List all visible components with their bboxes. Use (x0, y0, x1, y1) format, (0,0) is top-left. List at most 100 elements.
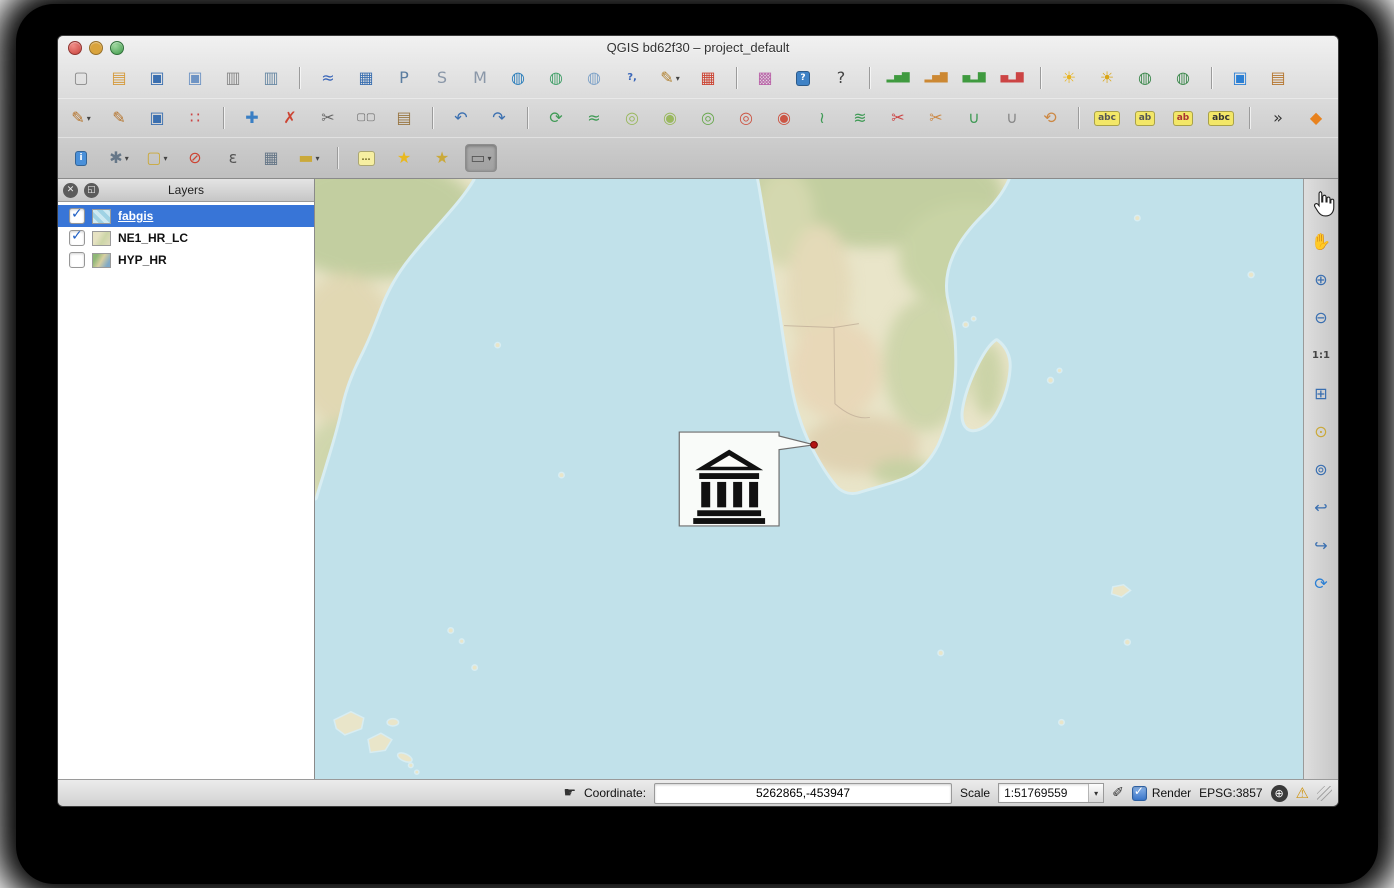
split-parts-icon[interactable]: ✂ (921, 105, 951, 131)
add-vector-layer-icon[interactable]: ≈ (313, 65, 343, 91)
add-spatialite-layer-icon[interactable]: S (427, 65, 457, 91)
whats-this-icon[interactable]: ? (826, 65, 856, 91)
zoom-window-button[interactable] (110, 41, 124, 55)
simplify-feature-icon[interactable]: ≈ (579, 105, 609, 131)
text-annotation-icon[interactable]: ▭ (465, 144, 497, 172)
pan-to-selection-icon[interactable]: ✋ (1308, 229, 1334, 255)
scale-combo[interactable]: 1:51769559 ▾ (998, 783, 1104, 803)
stop-render-icon[interactable]: ✐ (1112, 785, 1124, 801)
select-by-expression-icon[interactable]: ε (218, 145, 248, 171)
reshape-features-icon[interactable]: ≀ (807, 105, 837, 131)
orange-plugin-icon[interactable]: ◆ (1301, 105, 1331, 131)
delete-ring-icon[interactable]: ◎ (731, 105, 761, 131)
add-delimited-text-layer-icon[interactable]: ?, (617, 65, 647, 91)
blue-panel-plugin-icon[interactable]: ▣ (1225, 65, 1255, 91)
feature-action-icon[interactable]: ✱ (104, 145, 134, 171)
new-bookmark-sun-icon[interactable]: ☀ (1054, 65, 1084, 91)
toolbar-overflow-icon[interactable]: » (1263, 105, 1293, 131)
split-features-icon[interactable]: ✂ (883, 105, 913, 131)
pin-labels-icon[interactable]: abc (1092, 105, 1122, 131)
layer-item-hyp-hr[interactable]: HYP_HR (58, 249, 314, 271)
histogram-plugin-icon-3[interactable]: ▅▂▇ (959, 65, 989, 91)
zoom-out-icon[interactable]: ⊖ (1308, 305, 1334, 331)
current-edits-icon[interactable]: ✎ (66, 105, 96, 131)
offset-curve-icon[interactable]: ≋ (845, 105, 875, 131)
paste-features-icon[interactable]: ▤ (389, 105, 419, 131)
delete-part-icon[interactable]: ◉ (769, 105, 799, 131)
map-refresh-icon[interactable]: ⟳ (1308, 571, 1334, 597)
layer-item-fabgis[interactable]: fabgis (58, 205, 314, 227)
coordinate-input[interactable] (654, 783, 952, 804)
histogram-plugin-icon-1[interactable]: ▂▅▇ (883, 65, 913, 91)
zoom-to-layer-icon[interactable]: ⊙ (1308, 419, 1334, 445)
merge-features-icon[interactable]: ∪ (959, 105, 989, 131)
new-project-icon[interactable]: ▢ (66, 65, 96, 91)
mouse-position-icon[interactable]: ☛ (563, 785, 576, 801)
measure-icon[interactable]: ▬ (294, 145, 324, 171)
save-layer-edits-icon[interactable]: ▣ (142, 105, 172, 131)
log-messages-icon[interactable]: ⚠ (1296, 784, 1309, 802)
map-tips-icon[interactable]: … (351, 145, 381, 171)
zoom-next-icon[interactable]: ↪ (1308, 533, 1334, 559)
add-raster-layer-icon[interactable]: ▦ (351, 65, 381, 91)
move-feature-icon[interactable]: ✚ (237, 105, 267, 131)
scale-combo-arrow-icon[interactable]: ▾ (1088, 784, 1103, 802)
new-shapefile-layer-icon[interactable]: ✎ (655, 65, 685, 91)
identify-icon[interactable]: i (66, 145, 96, 171)
add-mssql-layer-icon[interactable]: M (465, 65, 495, 91)
histogram-plugin-icon-4[interactable]: ▅▂▇ (997, 65, 1027, 91)
layer-visibility-checkbox[interactable] (69, 208, 85, 224)
add-postgis-layer-icon[interactable]: P (389, 65, 419, 91)
change-label-icon[interactable]: abc (1206, 105, 1236, 131)
close-window-button[interactable] (68, 41, 82, 55)
window-resize-grip[interactable] (1317, 786, 1332, 801)
fill-ring-icon[interactable]: ◎ (693, 105, 723, 131)
annotation-anchor-marker[interactable] (811, 441, 818, 448)
new-bookmark-icon[interactable]: ★ (389, 145, 419, 171)
merge-attributes-icon[interactable]: ∪ (997, 105, 1027, 131)
open-project-icon[interactable]: ▤ (104, 65, 134, 91)
rotate-label-icon[interactable]: ab (1168, 105, 1198, 131)
help-icon[interactable]: ? (788, 65, 818, 91)
add-wfs-layer-icon[interactable]: ◍ (579, 65, 609, 91)
crs-status-label[interactable]: EPSG:3857 (1199, 786, 1262, 800)
scale-value[interactable]: 1:51769559 (1004, 786, 1088, 800)
db-manager-icon[interactable]: ▤ (1263, 65, 1293, 91)
window-titlebar[interactable]: QGIS bd62f30 – project_default (58, 36, 1338, 58)
toggle-editing-icon[interactable]: ✎ (104, 105, 134, 131)
float-panel-icon[interactable]: ◱ (84, 183, 99, 198)
show-bookmarks-icon[interactable]: ★ (427, 145, 457, 171)
node-tool-icon[interactable]: ∷ (180, 105, 210, 131)
layer-item-ne1-hr-lc[interactable]: NE1_HR_LC (58, 227, 314, 249)
copy-features-icon[interactable]: ▢▢ (351, 105, 381, 131)
add-wms-layer-icon[interactable]: ◍ (503, 65, 533, 91)
histogram-plugin-icon-2[interactable]: ▂▅▇ (921, 65, 951, 91)
remove-layer-icon[interactable]: ▦ (693, 65, 723, 91)
select-features-icon[interactable]: ▢ (142, 145, 172, 171)
delete-selected-icon[interactable]: ✗ (275, 105, 305, 131)
crs-selector-icon[interactable]: ⊕ (1271, 785, 1288, 802)
deselect-features-icon[interactable]: ⊘ (180, 145, 210, 171)
layer-visibility-checkbox[interactable] (69, 252, 85, 268)
zoom-in-icon[interactable]: ⊕ (1308, 267, 1334, 293)
rotate-point-symbols-icon[interactable]: ⟲ (1035, 105, 1065, 131)
save-project-icon[interactable]: ▣ (142, 65, 172, 91)
add-part-icon[interactable]: ◉ (655, 105, 685, 131)
pixel-grid-plugin-icon[interactable]: ▩ (750, 65, 780, 91)
attribute-table-icon[interactable]: ▦ (256, 145, 286, 171)
render-toggle[interactable]: Render (1132, 786, 1191, 801)
zoom-to-selection-icon[interactable]: ⊚ (1308, 457, 1334, 483)
composer-manager-icon[interactable]: ▥ (256, 65, 286, 91)
layer-visibility-checkbox[interactable] (69, 230, 85, 246)
show-bookmarks-sun-icon[interactable]: ☀ (1092, 65, 1122, 91)
undo-icon[interactable]: ↶ (446, 105, 476, 131)
rotate-feature-icon[interactable]: ⟳ (541, 105, 571, 131)
cut-features-icon[interactable]: ✂ (313, 105, 343, 131)
move-label-icon[interactable]: ab (1130, 105, 1160, 131)
add-wcs-layer-icon[interactable]: ◍ (541, 65, 571, 91)
new-print-composer-icon[interactable]: ▥ (218, 65, 248, 91)
zoom-native-resolution-icon[interactable]: 1:1 (1308, 343, 1334, 369)
world-overview-plugin-icon-1[interactable]: ◍ (1130, 65, 1160, 91)
map-canvas[interactable] (315, 179, 1303, 779)
redo-icon[interactable]: ↷ (484, 105, 514, 131)
